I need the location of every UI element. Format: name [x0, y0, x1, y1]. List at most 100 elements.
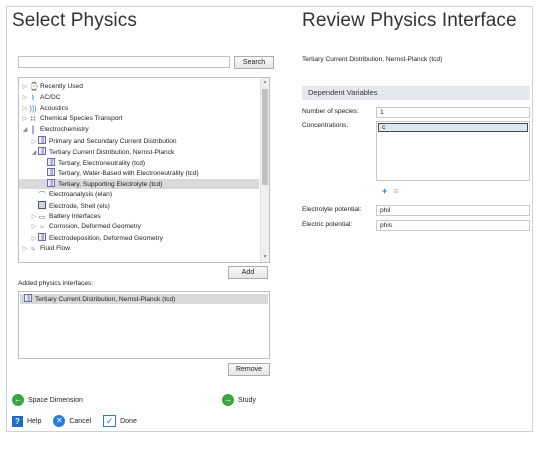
- collapsed-arrow-icon[interactable]: ▷: [21, 104, 29, 114]
- added-interface-label: Tertiary Current Distribution, Nernst-Pl…: [35, 296, 176, 303]
- search-row: Search: [18, 56, 274, 70]
- tree-item[interactable]: Tertiary, Water-Based with Electroneutra…: [19, 168, 199, 178]
- physics-tree[interactable]: ▷ ⌚Recently Used ▷ ⌇ AC/DC ▷))) Acoustics ▷ ∷ Che…: [18, 77, 270, 263]
- arrow-left-icon: ←: [12, 394, 24, 407]
- cancel-label: Cancel: [69, 418, 92, 425]
- tree-item[interactable]: ▷ ≈ Fluid Flow: [19, 244, 70, 254]
- tcd-icon: [47, 179, 55, 188]
- dependent-variables-header[interactable]: Dependent Variables: [302, 86, 530, 100]
- list-edit-icon[interactable]: ≡: [393, 186, 398, 196]
- number-of-species-label: Number of species:: [302, 108, 359, 115]
- tree-item-label: Corrosion, Deformed Geometry: [49, 223, 141, 231]
- tree-item-label: Tertiary Current Distribution, Nernst-Pl…: [49, 148, 175, 156]
- tree-item[interactable]: ▷ ≈ Corrosion, Deformed Geometry: [19, 222, 141, 232]
- expanded-arrow-icon[interactable]: ◢: [30, 148, 38, 158]
- tree-item-label: Recently Used: [40, 83, 83, 90]
- tree-item[interactable]: ▷ ▭ Battery Interfaces: [19, 212, 101, 222]
- interface-subtitle: Tertiary Current Distribution, Nernst-Pl…: [302, 56, 443, 63]
- cancel-button[interactable]: ✕ Cancel: [53, 415, 91, 429]
- tree-item-label: Electroanalysis (elan): [49, 191, 113, 198]
- scroll-up-icon[interactable]: ▲: [261, 78, 269, 87]
- tree-item[interactable]: Tertiary, Electroneutrality (tcd): [19, 157, 146, 168]
- space-dimension-label: Space Dimension: [28, 397, 83, 404]
- tree-item[interactable]: Electrode, Shell (els): [19, 200, 110, 211]
- help-label: Help: [27, 418, 42, 425]
- concentration-row[interactable]: c: [378, 123, 528, 132]
- tree-item[interactable]: ▷ ∷ Chemical Species Transport: [19, 114, 123, 124]
- close-icon: ✕: [53, 415, 66, 428]
- electroanalysis-icon: ⌒: [38, 192, 46, 199]
- collapsed-arrow-icon[interactable]: ▷: [30, 222, 38, 232]
- tree-item-label: Electrochemistry: [40, 126, 89, 134]
- study-button[interactable]: → Study: [222, 394, 256, 407]
- added-interfaces-list[interactable]: Tertiary Current Distribution, Nernst-Pl…: [18, 291, 270, 359]
- done-button[interactable]: ✓ Done: [103, 415, 137, 429]
- concentrations-label: Concentrations:: [302, 122, 349, 129]
- recent-icon: ⌚: [29, 82, 39, 91]
- tree-scrollbar[interactable]: ▲ ▼: [260, 78, 269, 262]
- search-input[interactable]: [18, 56, 230, 68]
- tree-item[interactable]: ▷ Electrodeposition, Deformed Geometry: [19, 233, 163, 243]
- tree-item-label: Tertiary, Water-Based with Electroneutra…: [58, 170, 199, 178]
- tree-item-label: Primary and Secondary Current Distributi…: [49, 138, 177, 145]
- review-physics-title: Review Physics Interface: [302, 10, 517, 31]
- battery-icon: ▭: [38, 213, 46, 221]
- collapsed-arrow-icon[interactable]: ▷: [30, 137, 38, 147]
- tree-item-label: Chemical Species Transport: [40, 115, 123, 123]
- remove-button[interactable]: Remove: [228, 363, 270, 376]
- tree-item[interactable]: Tertiary, Supporting Electrolyte (tcd): [19, 179, 259, 190]
- tree-item[interactable]: ▷ ⌇ AC/DC: [19, 93, 61, 103]
- electrolyte-potential-label: Electrolyte potential:: [302, 206, 362, 213]
- electrochemistry-icon: ║: [30, 127, 36, 135]
- collapsed-arrow-icon[interactable]: ▷: [21, 82, 29, 92]
- concentrations-list[interactable]: c: [376, 121, 530, 181]
- tree-item-label: AC/DC: [40, 93, 61, 101]
- number-of-species-field[interactable]: 1: [376, 107, 530, 118]
- tree-item-label: Tertiary, Electroneutrality (tcd): [58, 159, 146, 167]
- collapsed-arrow-icon[interactable]: ▷: [30, 234, 38, 244]
- added-interfaces-label: Added physics interfaces:: [18, 280, 94, 287]
- tcd-icon: [47, 168, 55, 177]
- electric-potential-label: Electric potential:: [302, 221, 353, 228]
- select-physics-title: Select Physics: [12, 10, 137, 31]
- collapsed-arrow-icon[interactable]: ▷: [30, 212, 38, 222]
- corrosion-icon: ≈: [40, 224, 44, 232]
- tree-item-label: Electrodeposition, Deformed Geometry: [49, 235, 163, 243]
- tree-item[interactable]: ▷ ⌚Recently Used: [19, 82, 83, 92]
- scroll-thumb[interactable]: [262, 89, 268, 185]
- tertiary-icon: [24, 294, 32, 302]
- tree-item[interactable]: ⌒ Electroanalysis (elan): [19, 190, 113, 200]
- tree-item-label: Acoustics: [40, 104, 69, 112]
- tree-item[interactable]: ▷))) Acoustics: [19, 104, 69, 114]
- tree-item[interactable]: ◢ Tertiary Current Distribution, Nernst-P…: [19, 146, 175, 158]
- collapsed-arrow-icon[interactable]: ▷: [21, 114, 29, 124]
- electrolyte-potential-field[interactable]: phil: [376, 205, 530, 216]
- electric-potential-field[interactable]: phis: [376, 220, 530, 231]
- tcd-icon: [47, 157, 55, 166]
- tree-item[interactable]: ◢ ║ Electrochemistry: [19, 125, 89, 135]
- search-button[interactable]: Search: [234, 56, 274, 69]
- arrow-right-icon: →: [222, 394, 234, 407]
- electrodeposition-icon: [38, 233, 46, 242]
- tree-item[interactable]: ▷ Primary and Secondary Current Distribut…: [19, 136, 177, 146]
- checkmark-icon: ✓: [103, 415, 117, 428]
- tree-item-label: Battery Interfaces: [49, 212, 101, 220]
- help-button[interactable]: ? Help: [12, 415, 41, 429]
- tree-item-label: Fluid Flow: [40, 245, 71, 252]
- add-button[interactable]: Add: [228, 266, 268, 279]
- fluid-flow-icon: ≈: [31, 246, 35, 253]
- added-interface-item[interactable]: Tertiary Current Distribution, Nernst-Pl…: [20, 294, 268, 304]
- collapsed-arrow-icon[interactable]: ▷: [21, 244, 29, 254]
- add-row-icon[interactable]: +: [382, 186, 387, 196]
- scroll-down-icon[interactable]: ▼: [261, 253, 269, 262]
- select-physics-panel: Select Physics Search ▷ ⌚Recently Used ▷ ⌇ A…: [12, 10, 274, 430]
- tree-item-label: Electrode, Shell (els): [49, 202, 110, 210]
- done-label: Done: [120, 418, 137, 425]
- expanded-arrow-icon[interactable]: ◢: [21, 125, 29, 135]
- acdc-icon: ⌇: [31, 94, 35, 102]
- tertiary-icon: [38, 146, 46, 155]
- collapsed-arrow-icon[interactable]: ▷: [21, 93, 29, 103]
- space-dimension-button[interactable]: ← Space Dimension: [12, 394, 83, 407]
- electrode-shell-icon: [38, 200, 46, 209]
- acoustics-icon: ))): [29, 105, 37, 113]
